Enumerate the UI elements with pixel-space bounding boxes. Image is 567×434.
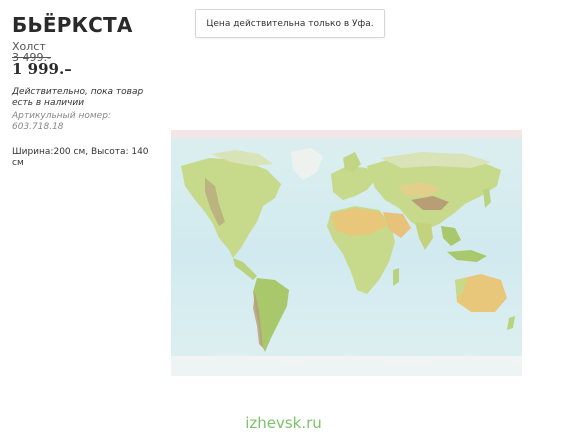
new-price: 1 999.– [12, 60, 72, 78]
watermark: izhevsk.ru [245, 414, 322, 432]
article-number: Артикульный номер: 603.718.18 [12, 111, 111, 132]
map-antarctica [171, 358, 522, 376]
product-title: БЬЁРКСТА [12, 13, 133, 37]
dimensions: Ширина:200 см, Высота: 140 см [12, 147, 149, 168]
world-map-image[interactable] [171, 130, 522, 376]
availability-note: Действительно, пока товар есть в наличии [12, 87, 144, 108]
map-top-band [171, 130, 522, 138]
price-validity-note: Цена действительна только в Уфа. [195, 9, 385, 38]
